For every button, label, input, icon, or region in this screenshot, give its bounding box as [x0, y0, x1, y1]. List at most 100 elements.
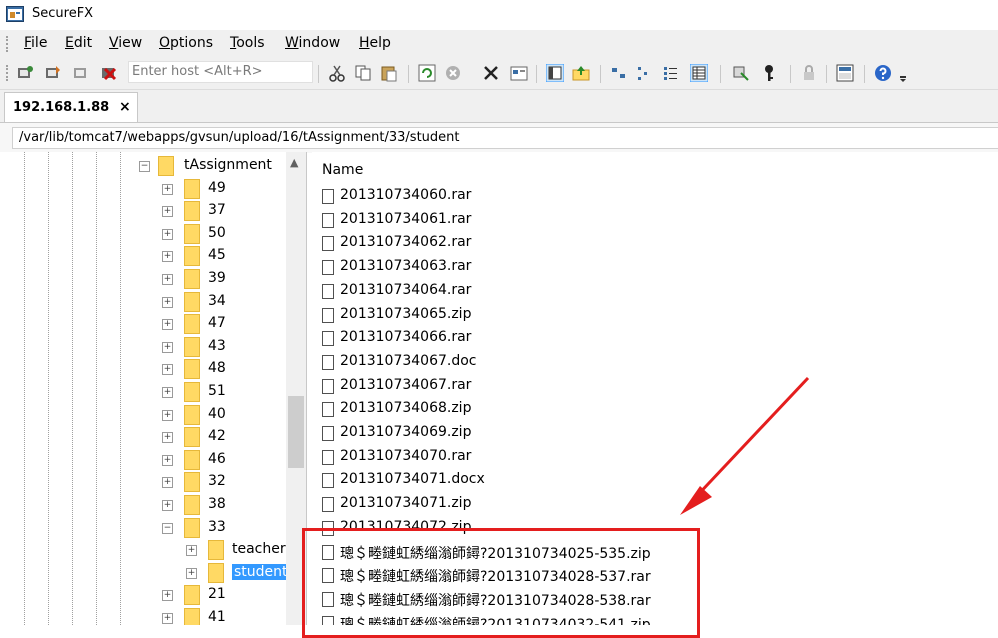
- menu-help[interactable]: Help: [359, 35, 391, 51]
- reconnect-icon[interactable]: [72, 64, 90, 82]
- toggle-tree-icon[interactable]: [546, 64, 564, 82]
- delete-icon[interactable]: [482, 64, 500, 82]
- list-view-icon[interactable]: [662, 64, 680, 82]
- file-row[interactable]: 201310734068.zip: [322, 399, 982, 423]
- tree-item[interactable]: +34: [0, 291, 286, 313]
- column-header-name[interactable]: Name: [322, 162, 363, 178]
- menu-tools[interactable]: Tools: [230, 35, 265, 51]
- file-row[interactable]: 201310734062.rar: [322, 233, 982, 257]
- file-row[interactable]: 201310734060.rar: [322, 186, 982, 210]
- quick-connect-input[interactable]: Enter host <Alt+R>: [128, 61, 313, 83]
- expand-icon[interactable]: +: [162, 613, 173, 624]
- file-icon: [322, 212, 334, 228]
- tree-item[interactable]: +40: [0, 404, 286, 426]
- expand-icon[interactable]: +: [162, 409, 173, 421]
- folder-icon: [184, 427, 200, 448]
- tree-item[interactable]: +48: [0, 358, 286, 380]
- file-row[interactable]: 201310734063.rar: [322, 257, 982, 281]
- tree-item[interactable]: +32: [0, 471, 286, 493]
- tree-item[interactable]: +37: [0, 200, 286, 222]
- tree-scrollbar-thumb[interactable]: [288, 396, 304, 468]
- tree-item[interactable]: + teacher: [0, 539, 286, 561]
- tree-item-label: 39: [208, 270, 226, 286]
- session-tab[interactable]: 192.168.1.88 ×: [4, 92, 138, 123]
- help-icon[interactable]: [874, 64, 892, 82]
- file-row[interactable]: 201310734066.rar: [322, 328, 982, 352]
- file-row[interactable]: 201310734071.zip: [322, 494, 982, 518]
- file-row[interactable]: 201310734070.rar: [322, 447, 982, 471]
- tree-item[interactable]: − tAssignment: [0, 155, 286, 177]
- details-view-icon[interactable]: [690, 64, 708, 82]
- expand-icon[interactable]: +: [162, 183, 173, 195]
- tree-item[interactable]: + student: [0, 562, 290, 584]
- scroll-up-arrow-icon[interactable]: ▲: [290, 156, 298, 169]
- large-icons-view-icon[interactable]: [610, 64, 628, 82]
- tree-item[interactable]: +49: [0, 178, 286, 200]
- file-row[interactable]: 201310734064.rar: [322, 281, 982, 305]
- expand-icon[interactable]: +: [162, 590, 173, 602]
- file-row[interactable]: 201310734071.docx: [322, 470, 982, 494]
- expand-icon[interactable]: +: [186, 545, 197, 557]
- file-row[interactable]: 201310734069.zip: [322, 423, 982, 447]
- expand-icon[interactable]: +: [162, 454, 173, 466]
- paste-icon[interactable]: [380, 64, 398, 82]
- tree-item[interactable]: +50: [0, 223, 286, 245]
- tree-item[interactable]: +21: [0, 584, 286, 606]
- tree-item[interactable]: − 33: [0, 517, 286, 539]
- refresh-icon[interactable]: [418, 64, 436, 82]
- close-tab-icon[interactable]: ×: [119, 99, 131, 115]
- expand-icon[interactable]: +: [162, 500, 173, 511]
- expand-icon[interactable]: +: [162, 341, 173, 353]
- path-field[interactable]: /var/lib/tomcat7/webapps/gvsun/upload/16…: [12, 127, 998, 149]
- copy-icon[interactable]: [354, 64, 372, 82]
- properties-icon[interactable]: [510, 64, 528, 82]
- sync-icon[interactable]: [732, 64, 750, 82]
- menu-options[interactable]: Options: [159, 35, 213, 51]
- up-folder-icon[interactable]: [572, 64, 590, 82]
- expand-icon[interactable]: +: [162, 251, 173, 263]
- expand-icon[interactable]: +: [186, 567, 197, 579]
- tree-item[interactable]: +42: [0, 426, 286, 448]
- connect-icon[interactable]: [16, 64, 34, 82]
- cut-icon[interactable]: [328, 64, 346, 82]
- tree-item[interactable]: +38: [0, 494, 286, 516]
- options-icon[interactable]: [836, 64, 854, 82]
- expand-icon[interactable]: −: [139, 161, 150, 172]
- tree-item[interactable]: +43: [0, 336, 286, 358]
- menu-edit[interactable]: Edit: [65, 35, 92, 51]
- expand-icon[interactable]: +: [162, 477, 173, 489]
- small-icons-view-icon[interactable]: [636, 64, 654, 82]
- file-row[interactable]: 201310734067.doc: [322, 352, 982, 376]
- expand-icon[interactable]: +: [162, 274, 173, 285]
- expand-icon[interactable]: −: [162, 522, 173, 534]
- tree-item[interactable]: +39: [0, 268, 286, 290]
- toolbar-separator: [720, 65, 721, 83]
- toolbar-grip: [6, 65, 11, 81]
- expand-icon[interactable]: +: [162, 228, 173, 240]
- quick-connect-icon[interactable]: [44, 64, 62, 82]
- tree-item[interactable]: +41: [0, 607, 286, 625]
- expand-icon[interactable]: +: [162, 432, 173, 444]
- tree-item[interactable]: +45: [0, 245, 286, 267]
- file-row[interactable]: 201310734061.rar: [322, 210, 982, 234]
- expand-icon[interactable]: +: [162, 387, 173, 398]
- file-row[interactable]: 201310734067.rar: [322, 376, 982, 400]
- menu-view[interactable]: View: [109, 35, 142, 51]
- menu-file[interactable]: File: [24, 35, 47, 51]
- tree-item[interactable]: +47: [0, 313, 286, 335]
- expand-icon[interactable]: +: [162, 206, 173, 218]
- file-row[interactable]: 201310734065.zip: [322, 305, 982, 329]
- expand-icon[interactable]: +: [162, 364, 173, 376]
- tree-item[interactable]: +51: [0, 381, 286, 403]
- menu-window[interactable]: Window: [285, 35, 340, 51]
- expand-icon[interactable]: +: [162, 296, 173, 308]
- tree-item[interactable]: +46: [0, 449, 286, 471]
- expand-icon[interactable]: +: [162, 319, 173, 331]
- title-bar: SecureFX: [0, 0, 998, 30]
- file-icon: [322, 354, 334, 370]
- disconnect-icon[interactable]: [100, 64, 118, 82]
- stop-icon[interactable]: [444, 64, 462, 82]
- lock-icon[interactable]: [800, 64, 818, 82]
- key-icon[interactable]: [760, 64, 778, 82]
- toolbar-overflow-icon[interactable]: [898, 64, 908, 82]
